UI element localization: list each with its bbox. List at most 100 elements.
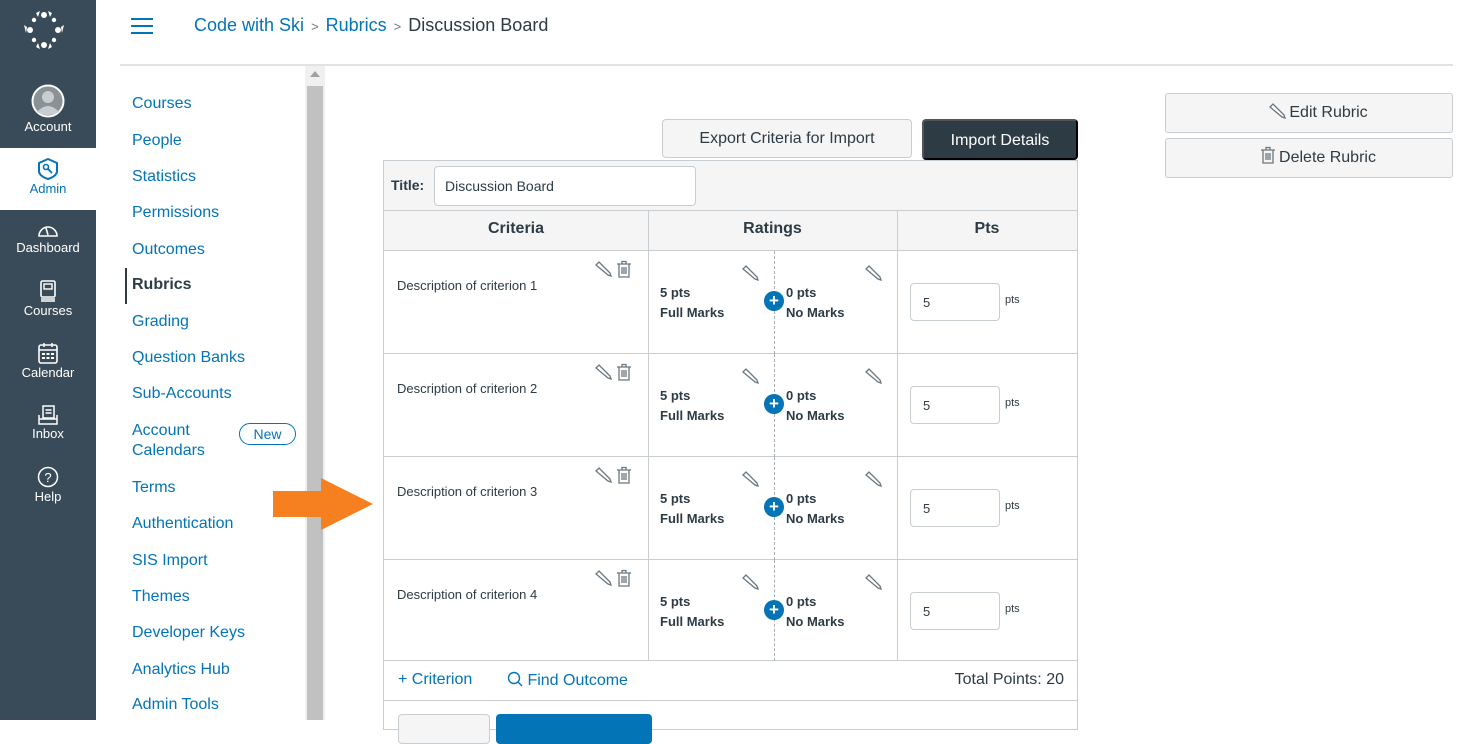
canvas-logo-icon[interactable] — [18, 10, 70, 50]
hamburger-icon[interactable] — [131, 18, 153, 36]
subnav-permissions[interactable]: Permissions — [132, 203, 219, 223]
trash-icon[interactable] — [616, 260, 632, 278]
pencil-icon[interactable] — [594, 570, 612, 586]
subnav-account-calendars[interactable]: Account Calendars — [132, 421, 205, 461]
total-points: Total Points: 20 — [954, 671, 1064, 688]
courses-book-icon — [40, 280, 56, 302]
add-rating-plus-icon[interactable]: + — [764, 394, 784, 414]
column-header-ratings: Ratings — [743, 220, 802, 237]
subnav-developer-keys[interactable]: Developer Keys — [132, 623, 245, 643]
subnav-scrollbar[interactable] — [305, 66, 325, 720]
pencil-icon[interactable] — [594, 467, 612, 483]
trash-icon[interactable] — [616, 466, 632, 484]
nav-inbox[interactable]: Inbox — [0, 405, 96, 467]
trash-icon[interactable] — [616, 363, 632, 381]
delete-rubric-button[interactable]: Delete Rubric — [1165, 138, 1453, 178]
breadcrumb: Code with Ski > Rubrics > Discussion Board — [194, 15, 548, 36]
nav-help-label: Help — [34, 489, 62, 504]
nav-courses[interactable]: Courses — [0, 280, 96, 342]
update-rubric-button[interactable] — [496, 714, 652, 744]
nav-admin[interactable]: Admin — [0, 148, 96, 210]
import-details-button[interactable]: Import Details — [922, 119, 1078, 160]
rating-full-marks[interactable]: 5 pts Full Marks — [660, 489, 724, 529]
rating-points: 5 pts — [660, 594, 691, 609]
add-rating-plus-icon[interactable]: + — [764, 600, 784, 620]
cancel-button[interactable] — [398, 714, 490, 744]
rating-no-marks[interactable]: 0 pts No Marks — [786, 592, 845, 632]
rating-no-marks[interactable]: 0 pts No Marks — [786, 489, 845, 529]
points-unit: pts — [1005, 500, 1020, 512]
criterion-points-input[interactable] — [910, 283, 1000, 321]
rating-full-marks[interactable]: 5 pts Full Marks — [660, 592, 724, 632]
subnav-sub-accounts[interactable]: Sub-Accounts — [132, 384, 232, 404]
subnav-outcomes[interactable]: Outcomes — [132, 240, 205, 260]
add-rating-plus-icon[interactable]: + — [764, 291, 784, 311]
breadcrumb-separator: > — [393, 19, 402, 34]
rating-label: No Marks — [786, 408, 845, 423]
criterion-description: Description of criterion 4 — [397, 587, 538, 602]
nav-calendar[interactable]: Calendar — [0, 342, 96, 404]
delete-rubric-label: Delete Rubric — [1279, 149, 1376, 166]
subnav-courses[interactable]: Courses — [132, 94, 192, 114]
breadcrumb-rubrics[interactable]: Rubrics — [326, 15, 387, 35]
scroll-thumb[interactable] — [307, 86, 323, 720]
admin-shield-key-icon — [38, 158, 58, 180]
edit-rubric-button[interactable]: Edit Rubric — [1165, 93, 1453, 133]
rating-points: 0 pts — [786, 491, 817, 506]
subnav-authentication[interactable]: Authentication — [132, 514, 233, 534]
pencil-icon — [1269, 103, 1287, 120]
subnav-rubrics[interactable]: Rubrics — [132, 275, 192, 295]
pencil-icon[interactable] — [741, 471, 759, 487]
new-badge: New — [239, 423, 296, 445]
rubric-title-input[interactable] — [434, 166, 696, 206]
rating-no-marks[interactable]: 0 pts No Marks — [786, 283, 845, 323]
subnav-question-banks[interactable]: Question Banks — [132, 348, 245, 368]
page-header: Code with Ski > Rubrics > Discussion Board — [96, 0, 1469, 64]
rating-full-marks[interactable]: 5 pts Full Marks — [660, 283, 724, 323]
title-label: Title: — [391, 177, 425, 193]
subnav-people[interactable]: People — [132, 131, 182, 151]
nav-dashboard[interactable]: Dashboard — [0, 219, 96, 281]
subnav-sis-import[interactable]: SIS Import — [132, 551, 208, 571]
add-rating-plus-icon[interactable]: + — [764, 497, 784, 517]
export-criteria-button[interactable]: Export Criteria for Import — [662, 119, 912, 158]
rating-no-marks[interactable]: 0 pts No Marks — [786, 386, 845, 426]
rating-label: Full Marks — [660, 614, 725, 629]
pencil-icon[interactable] — [864, 265, 882, 281]
scroll-up-arrow-icon[interactable] — [310, 71, 320, 77]
rating-label: No Marks — [786, 511, 845, 526]
pencil-icon[interactable] — [864, 574, 882, 590]
breadcrumb-account[interactable]: Code with Ski — [194, 15, 304, 35]
pencil-icon[interactable] — [594, 364, 612, 380]
criterion-points-input[interactable] — [910, 592, 1000, 630]
subnav-analytics-hub[interactable]: Analytics Hub — [132, 660, 230, 680]
criterion-description: Description of criterion 1 — [397, 278, 538, 293]
add-criterion-link[interactable]: + Criterion — [398, 671, 472, 689]
rating-full-marks[interactable]: 5 pts Full Marks — [660, 386, 724, 426]
trash-icon[interactable] — [616, 569, 632, 587]
pencil-icon[interactable] — [594, 261, 612, 277]
subnav-statistics[interactable]: Statistics — [132, 167, 196, 187]
rubric-footer-row: + Criterion Find Outcome Total Points: 2… — [384, 661, 1077, 701]
pencil-icon[interactable] — [864, 471, 882, 487]
pencil-icon[interactable] — [741, 574, 759, 590]
nav-help[interactable]: ? Help — [0, 466, 96, 528]
column-header-pts: Pts — [974, 220, 1000, 237]
nav-courses-label: Courses — [23, 303, 73, 318]
subnav-themes[interactable]: Themes — [132, 587, 190, 607]
rating-points: 5 pts — [660, 285, 691, 300]
pencil-icon[interactable] — [741, 265, 759, 281]
pencil-icon[interactable] — [741, 368, 759, 384]
subnav-terms[interactable]: Terms — [132, 478, 176, 498]
criterion-points-input[interactable] — [910, 386, 1000, 424]
find-outcome-link[interactable]: Find Outcome — [507, 671, 628, 690]
subnav-admin-tools[interactable]: Admin Tools — [132, 695, 219, 715]
subnav-grading[interactable]: Grading — [132, 312, 189, 332]
nav-account[interactable]: Account — [0, 84, 96, 146]
criterion-points-input[interactable] — [910, 489, 1000, 527]
search-icon — [507, 671, 523, 687]
subnav-account-calendars-line2: Calendars — [132, 442, 205, 459]
pencil-icon[interactable] — [864, 368, 882, 384]
edit-rubric-label: Edit Rubric — [1289, 104, 1368, 121]
criterion-row: Description of criterion 2 5 pts Full Mar… — [384, 354, 1077, 457]
